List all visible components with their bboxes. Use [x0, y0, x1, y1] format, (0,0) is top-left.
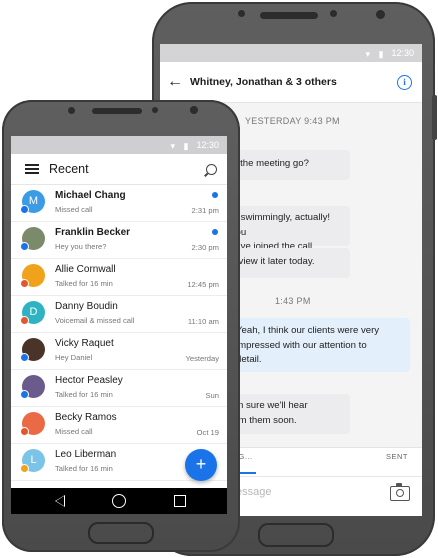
power-key[interactable]	[432, 95, 437, 140]
front-sensor	[68, 107, 75, 114]
status-badge	[20, 390, 29, 399]
list-item[interactable]: Allie Cornwall Talked for 16 min 12:45 pm	[11, 258, 227, 296]
contact-subtitle: Hey Daniel	[55, 353, 93, 362]
nav-home-icon[interactable]	[112, 494, 126, 508]
avatar: M	[20, 190, 45, 214]
wifi-icon: ▾	[170, 141, 175, 151]
avatar	[20, 412, 45, 436]
contact-name: Becky Ramos	[55, 412, 117, 423]
wifi-icon: ▾	[365, 49, 370, 59]
menu-icon[interactable]	[25, 164, 39, 174]
timestamp: Yesterday	[185, 354, 220, 363]
list-item[interactable]: Franklin Becker Hey you there? 2:30 pm	[11, 221, 227, 259]
front-camera	[152, 107, 158, 113]
contact-name: Leo Liberman	[55, 449, 117, 460]
time-separator: 1:43 PM	[275, 296, 311, 306]
tab-sent[interactable]: SENT	[386, 452, 408, 461]
front-camera-2	[190, 106, 198, 114]
page-title: Recent	[49, 162, 89, 176]
status-time: 12:30	[196, 140, 219, 150]
list-item[interactable]: M Michael Chang Missed call 2:31 pm	[11, 184, 227, 222]
info-icon[interactable]: i	[397, 74, 412, 90]
unread-indicator	[212, 192, 218, 198]
contact-subtitle: Talked for 16 min	[55, 464, 113, 473]
front-camera-2	[376, 10, 385, 19]
list-header: Recent	[11, 154, 227, 185]
camera-icon[interactable]	[390, 483, 410, 501]
timestamp: 12:45 pm	[187, 280, 219, 289]
status-bar: ▾ ▮ 12:30	[160, 44, 422, 62]
contact-name: Hector Peasley	[55, 375, 123, 386]
earpiece-speaker	[260, 12, 318, 19]
avatar-initial: D	[29, 306, 38, 318]
battery-icon: ▮	[378, 49, 384, 59]
unread-indicator	[212, 229, 218, 235]
avatar: L	[20, 449, 45, 473]
list-item[interactable]: Becky Ramos Missed call Oct 19	[11, 406, 227, 444]
back-arrow-icon[interactable]: ←	[160, 73, 190, 91]
status-badge	[20, 279, 29, 288]
avatar	[20, 264, 45, 288]
battery-icon: ▮	[183, 141, 189, 151]
back-home-button[interactable]	[258, 523, 334, 547]
chat-header: ← Whitney, Jonathan & 3 others i	[160, 62, 422, 103]
contact-name: Michael Chang	[55, 190, 126, 201]
search-icon[interactable]	[206, 163, 217, 175]
status-time: 12:30	[391, 48, 414, 58]
contact-subtitle: Talked for 16 min	[55, 390, 113, 399]
front-camera	[330, 10, 337, 17]
contact-name: Allie Cornwall	[55, 264, 116, 275]
avatar-initial: M	[28, 195, 39, 207]
contact-name: Danny Boudin	[55, 301, 118, 312]
android-nav-bar	[11, 488, 227, 514]
contact-name: Franklin Becker	[55, 227, 131, 238]
new-conversation-button[interactable]: +	[185, 449, 217, 481]
status-badge	[20, 316, 29, 325]
nav-recents-icon[interactable]	[174, 495, 186, 507]
day-separator: YESTERDAY 9:43 PM	[245, 116, 340, 126]
timestamp: 11:10 am	[187, 317, 219, 326]
avatar: D	[20, 301, 45, 325]
avatar	[20, 375, 45, 399]
avatar	[20, 338, 45, 362]
status-badge	[20, 427, 29, 436]
status-bar: ▾ ▮ 12:30	[11, 136, 227, 154]
contact-subtitle: Talked for 16 min	[55, 279, 113, 288]
avatar-initial: L	[30, 454, 37, 466]
contact-subtitle: Voicemail & missed call	[55, 316, 135, 325]
nav-back-icon[interactable]	[55, 495, 65, 507]
front-sensor	[238, 10, 245, 17]
timestamp: Oct 19	[196, 428, 219, 437]
list-item[interactable]: Vicky Raquet Hey Daniel Yesterday	[11, 332, 227, 370]
status-badge	[20, 205, 29, 214]
contact-subtitle: Missed call	[55, 205, 93, 214]
timestamp: 2:30 pm	[191, 243, 219, 252]
message-input[interactable]: essage	[236, 486, 271, 498]
earpiece-speaker	[92, 108, 142, 114]
list-item[interactable]: Hector Peasley Talked for 16 min Sun	[11, 369, 227, 407]
contact-subtitle: Hey you there?	[55, 242, 107, 251]
contact-subtitle: Missed call	[55, 427, 93, 436]
status-badge	[20, 464, 29, 473]
avatar	[20, 227, 45, 251]
front-home-button[interactable]	[88, 522, 154, 544]
chat-title: Whitney, Jonathan & 3 others	[190, 76, 337, 88]
timestamp: 2:31 pm	[191, 206, 219, 215]
timestamp: Sun	[205, 391, 219, 400]
status-badge	[20, 242, 29, 251]
list-item[interactable]: D Danny Boudin Voicemail & missed call 11:1…	[11, 295, 227, 333]
contact-name: Vicky Raquet	[55, 338, 114, 349]
status-badge	[20, 353, 29, 362]
